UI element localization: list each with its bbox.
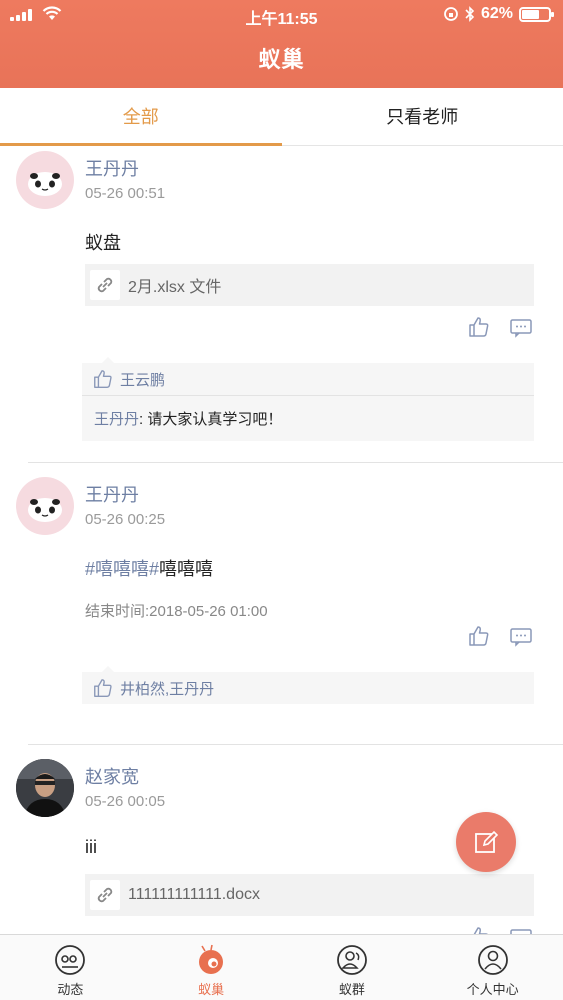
- bottom-tab-bar: 动态 蚁巢 蚁群 个人中心: [0, 934, 563, 1000]
- feed-icon: [55, 945, 86, 975]
- post-card: 王丹丹 05-26 00:51 蚁盘 2月.xlsx 文件 王云鹏 王丹丹: 请…: [16, 147, 563, 463]
- tabbar-item-group[interactable]: 蚁群: [282, 935, 423, 1000]
- tabbar-item-profile[interactable]: 个人中心: [422, 935, 563, 1000]
- post-content: iii: [85, 837, 97, 857]
- link-icon: [90, 880, 120, 910]
- author-name[interactable]: 赵家宽: [85, 763, 139, 789]
- bluetooth-icon: [465, 6, 475, 22]
- end-time: 结束时间:2018-05-26 01:00: [85, 603, 268, 620]
- comment-icon[interactable]: [509, 624, 533, 648]
- post-time: 05-26 00:51: [85, 185, 166, 202]
- header: 上午11:55 62% 蚁巢: [0, 0, 563, 88]
- like-icon[interactable]: [467, 624, 491, 648]
- comment-icon[interactable]: [509, 925, 533, 934]
- likers[interactable]: 井柏然,王丹丹: [120, 678, 214, 699]
- post-time: 05-26 00:05: [85, 793, 166, 810]
- edit-icon: [475, 830, 499, 853]
- link-icon: [90, 270, 120, 300]
- comment-author[interactable]: 王丹丹: [94, 411, 139, 428]
- tab-teachers-only[interactable]: 只看老师: [282, 88, 563, 145]
- ant-nest-icon: [199, 944, 224, 974]
- attachment-name: 111111111111.docx: [128, 886, 260, 903]
- likes-panel: 井柏然,王丹丹: [82, 666, 534, 704]
- author-name[interactable]: 王丹丹: [85, 481, 139, 507]
- tab-all[interactable]: 全部: [0, 88, 282, 146]
- battery-icon: [519, 6, 554, 22]
- likes-row: 井柏然,王丹丹: [82, 672, 534, 704]
- battery-percent: 62%: [480, 5, 513, 22]
- status-bar: 上午11:55 62%: [0, 0, 563, 30]
- comment-text: 请大家认真学习吧！: [147, 411, 283, 428]
- attachment[interactable]: 2月.xlsx 文件: [85, 264, 534, 306]
- group-icon: [336, 945, 367, 975]
- post-content: #嘻嘻嘻#嘻嘻嘻: [85, 559, 214, 579]
- tab-bar-top: 全部 只看老师: [0, 88, 563, 146]
- page-title: 蚁巢: [258, 47, 305, 72]
- attachment-name: 2月.xlsx 文件: [128, 279, 222, 296]
- tabbar-item-feed[interactable]: 动态: [0, 935, 141, 1000]
- likes-panel: 王云鹏 王丹丹: 请大家认真学习吧！: [82, 357, 534, 441]
- hashtag[interactable]: #嘻嘻嘻#: [85, 559, 159, 579]
- avatar[interactable]: [16, 477, 74, 535]
- avatar[interactable]: [16, 151, 74, 209]
- panda-avatar-icon: [28, 172, 62, 196]
- author-name[interactable]: 王丹丹: [85, 155, 139, 181]
- tabbar-item-ant-nest[interactable]: 蚁巢: [141, 935, 282, 1000]
- comment-icon[interactable]: [509, 315, 533, 339]
- likes-row: 王云鹏: [82, 363, 534, 395]
- user-photo-icon: [16, 759, 74, 817]
- profile-icon: [477, 945, 508, 975]
- comment-item[interactable]: 王丹丹: 请大家认真学习吧！: [82, 396, 534, 441]
- panda-avatar-icon: [28, 498, 62, 522]
- orientation-lock-icon: [444, 7, 458, 21]
- likers[interactable]: 王云鹏: [120, 369, 165, 390]
- post-card: 王丹丹 05-26 00:25 #嘻嘻嘻#嘻嘻嘻 结束时间:2018-05-26…: [16, 463, 563, 745]
- like-small-icon: [94, 679, 112, 697]
- like-icon[interactable]: [467, 925, 491, 934]
- avatar[interactable]: [16, 759, 74, 817]
- like-small-icon: [94, 370, 112, 388]
- attachment[interactable]: 111111111111.docx: [85, 874, 534, 916]
- post-time: 05-26 00:25: [85, 511, 166, 528]
- like-icon[interactable]: [467, 315, 491, 339]
- post-content: 蚁盘: [85, 233, 121, 253]
- compose-button[interactable]: [456, 812, 516, 872]
